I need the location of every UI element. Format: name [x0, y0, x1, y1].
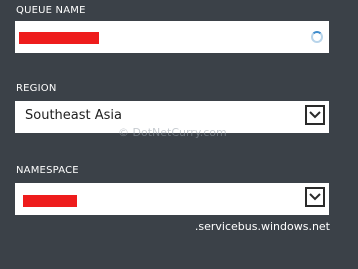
- namespace-label: NAMESPACE: [16, 165, 79, 176]
- region-selected-value: Southeast Asia: [25, 108, 122, 123]
- namespace-select[interactable]: [15, 183, 329, 215]
- loading-spinner-icon: [311, 31, 323, 43]
- queue-name-input[interactable]: [15, 21, 329, 53]
- redacted-value: [19, 32, 99, 44]
- copyright-watermark: © DotNetCurry.com: [118, 126, 227, 139]
- redacted-value: [23, 195, 77, 207]
- chevron-down-icon[interactable]: [305, 187, 325, 207]
- chevron-down-icon[interactable]: [305, 105, 325, 125]
- queue-name-label: QUEUE NAME: [16, 5, 86, 16]
- namespace-domain-suffix: .servicebus.windows.net: [194, 220, 330, 233]
- region-label: REGION: [16, 83, 57, 94]
